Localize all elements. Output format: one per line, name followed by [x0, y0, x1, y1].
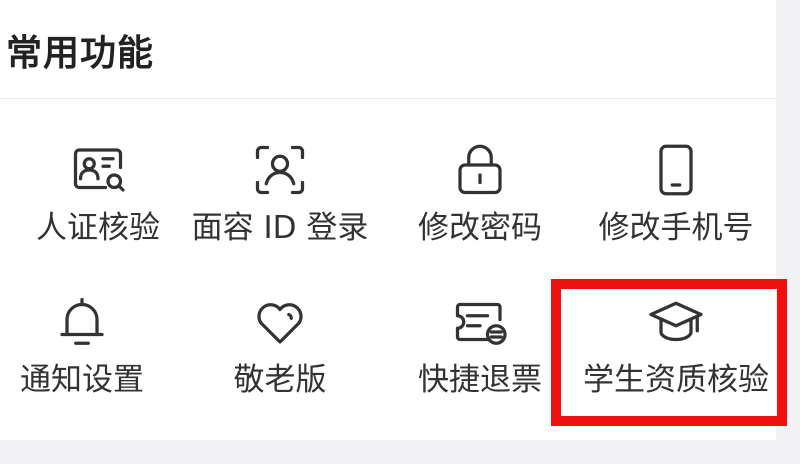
feature-student-verification[interactable]: 学生资质核验 — [578, 252, 774, 402]
id-card-search-icon — [66, 138, 130, 202]
common-functions-card: 常用功能 人证核验 面容 ID 登录 修改密码 修改手机号 通知设置 敬老版 快… — [0, 0, 776, 440]
feature-elderly-mode[interactable]: 敬老版 — [182, 252, 378, 402]
feature-label: 快捷退票 — [418, 362, 542, 398]
feature-grid: 人证核验 面容 ID 登录 修改密码 修改手机号 通知设置 敬老版 快捷退票 学… — [0, 100, 776, 440]
feature-id-verification[interactable]: 人证核验 — [0, 100, 196, 250]
feature-notification-settings[interactable]: 通知设置 — [0, 252, 180, 402]
phone-icon — [644, 138, 708, 202]
feature-change-password[interactable]: 修改密码 — [382, 100, 578, 250]
lock-icon — [448, 138, 512, 202]
feature-change-phone[interactable]: 修改手机号 — [578, 100, 774, 250]
feature-label: 面容 ID 登录 — [191, 210, 369, 246]
background-strip — [776, 0, 800, 464]
ticket-refund-icon — [448, 290, 512, 354]
feature-label: 修改密码 — [418, 210, 542, 246]
feature-label: 人证核验 — [36, 210, 160, 246]
graduation-cap-icon — [644, 290, 708, 354]
feature-label: 通知设置 — [20, 362, 144, 398]
feature-label: 学生资质核验 — [583, 362, 769, 398]
feature-label: 敬老版 — [233, 362, 327, 398]
heart-icon — [248, 290, 312, 354]
feature-label: 修改手机号 — [598, 210, 754, 246]
feature-face-id-login[interactable]: 面容 ID 登录 — [182, 100, 378, 250]
bell-icon — [50, 290, 114, 354]
face-scan-icon — [248, 138, 312, 202]
section-divider — [0, 98, 776, 99]
feature-quick-refund[interactable]: 快捷退票 — [382, 252, 578, 402]
section-title: 常用功能 — [6, 33, 155, 74]
